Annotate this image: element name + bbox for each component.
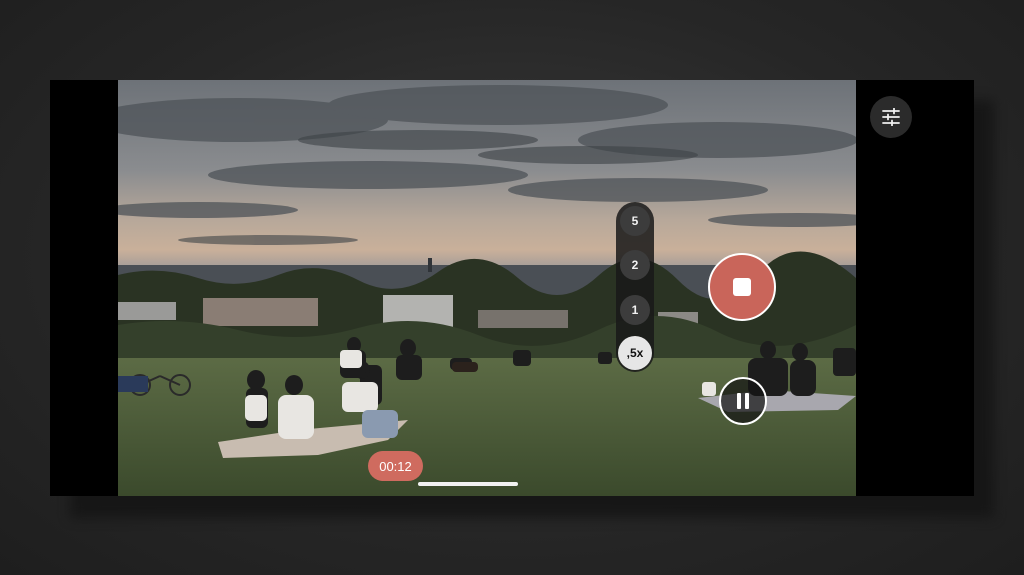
stop-recording-button[interactable] <box>708 253 776 321</box>
pause-icon <box>737 393 749 409</box>
zoom-2x-button[interactable]: 2 <box>620 250 650 280</box>
pause-button[interactable] <box>719 377 767 425</box>
phone-screen: 5 2 1 ,5x 00:12 <box>50 80 974 496</box>
zoom-selector: 5 2 1 ,5x <box>616 202 654 372</box>
zoom-5x-button[interactable]: 5 <box>620 206 650 236</box>
home-indicator[interactable] <box>418 482 518 486</box>
settings-button[interactable] <box>870 96 912 138</box>
stop-icon <box>733 278 751 296</box>
zoom-1x-button[interactable]: 1 <box>620 295 650 325</box>
sliders-icon <box>882 108 900 126</box>
recording-timer: 00:12 <box>368 451 423 481</box>
zoom-half-button[interactable]: ,5x <box>618 336 652 370</box>
